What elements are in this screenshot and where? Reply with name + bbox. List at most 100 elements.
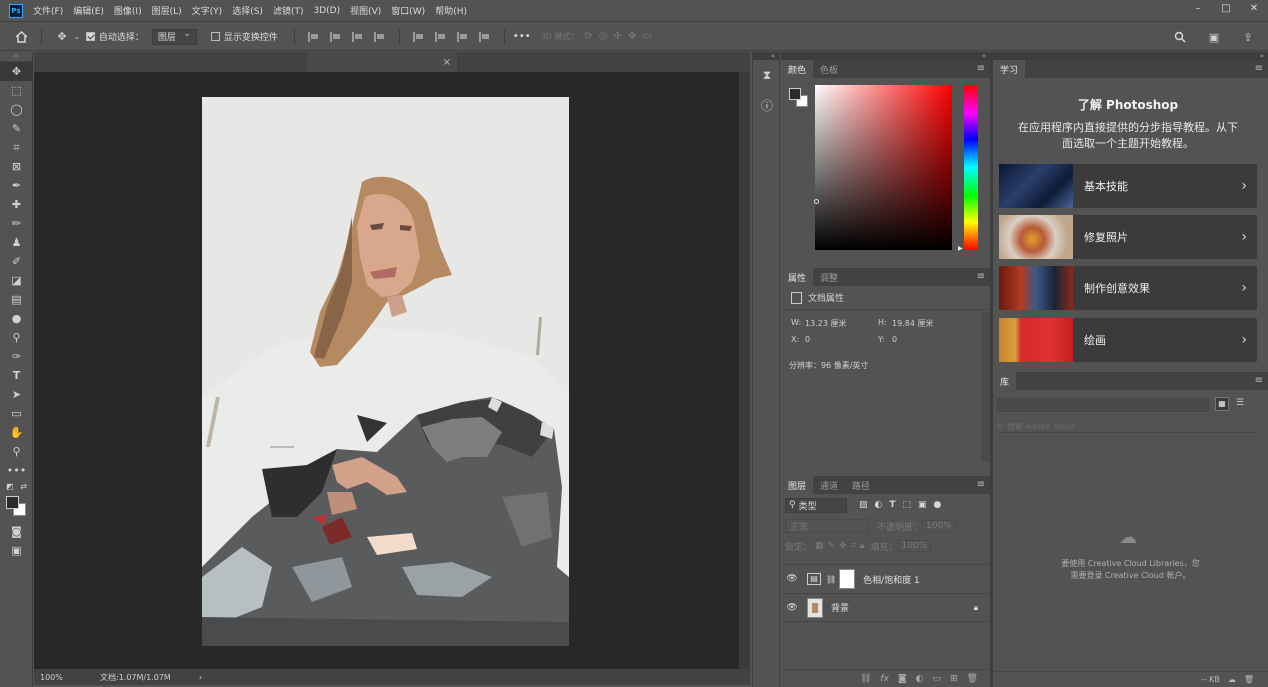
panel-menu-icon[interactable]: ≡ — [977, 63, 985, 74]
menu-window[interactable]: 窗口(W) — [391, 4, 425, 17]
new-adjustment-icon[interactable]: ◐ — [916, 674, 924, 684]
lock-all-icon[interactable]: 🔒︎ — [860, 541, 865, 551]
search-icon[interactable] — [1171, 28, 1189, 46]
learn-item-painting[interactable]: 绘画 › — [999, 318, 1257, 362]
hue-slider-handle-icon[interactable]: ▶ — [958, 245, 963, 252]
new-group-icon[interactable]: ▭ — [933, 674, 942, 684]
color-saturation-field[interactable] — [815, 85, 952, 250]
gradient-tool-icon[interactable]: ▤ — [0, 290, 33, 309]
frame-tool-icon[interactable]: ⊠ — [0, 157, 33, 176]
tab-libraries[interactable]: 库 — [993, 372, 1017, 390]
menu-type[interactable]: 文字(Y) — [192, 4, 223, 17]
tab-learn[interactable]: 学习 — [993, 60, 1026, 78]
move-tool-icon[interactable]: ✥ — [53, 28, 71, 46]
zoom-level[interactable]: 100% — [40, 673, 90, 682]
library-dropdown[interactable] — [997, 398, 1209, 412]
filter-toggle-icon[interactable]: ● — [934, 500, 942, 510]
workspace-icon[interactable]: ▣ — [1205, 28, 1223, 46]
layer-row[interactable]: 👁︎ ▤ ⛓︎ 色相/饱和度 1 — [781, 564, 990, 593]
more-options-icon[interactable]: ••• — [513, 31, 531, 42]
hue-slider[interactable] — [964, 85, 978, 250]
layer-link-icon[interactable]: ⛓︎ — [826, 575, 836, 584]
crop-tool-icon[interactable]: ⌗ — [0, 138, 33, 157]
color-picker-handle[interactable] — [814, 199, 819, 204]
filter-shape-icon[interactable]: ⬚ — [903, 500, 912, 510]
dodge-tool-icon[interactable]: ⚲ — [0, 328, 33, 347]
screen-mode-icon[interactable]: ▣ — [0, 541, 33, 560]
tab-swatches[interactable]: 色板 — [813, 60, 845, 78]
lock-pixels-icon[interactable]: ✎ — [828, 541, 836, 551]
filter-adjustment-icon[interactable]: ◐ — [875, 500, 883, 510]
menu-file[interactable]: 文件(F) — [33, 4, 63, 17]
close-button[interactable]: ✕ — [1240, 0, 1268, 16]
auto-select-checkbox[interactable] — [85, 32, 95, 41]
brush-tool-icon[interactable]: ✏ — [0, 214, 33, 233]
show-transform-checkbox[interactable] — [210, 32, 220, 41]
layer-row[interactable]: 👁︎ 背景 🔒︎ — [781, 593, 990, 622]
status-menu-arrow-icon[interactable]: › — [199, 673, 202, 682]
tab-paths[interactable]: 路径 — [845, 476, 877, 494]
home-icon[interactable] — [12, 28, 30, 46]
type-tool-icon[interactable]: T — [0, 366, 33, 385]
tab-properties[interactable]: 属性 — [781, 268, 814, 286]
rectangle-tool-icon[interactable]: ▭ — [0, 404, 33, 423]
tab-layers[interactable]: 图层 — [781, 476, 814, 494]
cloud-sync-icon[interactable]: ☁︎ — [1228, 675, 1236, 684]
lock-artboard-icon[interactable]: ⌗ — [851, 541, 856, 551]
filter-type-icon[interactable]: T — [889, 500, 895, 510]
panel-menu-icon[interactable]: ≡ — [977, 479, 985, 490]
tab-channels[interactable]: 通道 — [813, 476, 845, 494]
foreground-color-swatch[interactable] — [6, 496, 19, 509]
lock-position-icon[interactable]: ✥ — [839, 541, 847, 551]
dock-collapse-icon[interactable]: « — [753, 52, 779, 60]
link-layers-icon[interactable]: ⛓︎ — [860, 674, 871, 684]
quick-mask-icon[interactable]: ◙ — [0, 522, 33, 541]
color-reset-swap-icon[interactable]: ◩ ⇄ — [0, 480, 33, 492]
lock-transparent-icon[interactable]: ▦ — [815, 541, 824, 551]
menu-help[interactable]: 帮助(H) — [435, 4, 467, 17]
list-view-icon[interactable]: ☰ — [1233, 397, 1247, 411]
quick-select-tool-icon[interactable]: ✎ — [0, 119, 33, 138]
minimize-button[interactable]: – — [1184, 0, 1212, 16]
lasso-tool-icon[interactable]: ◯ — [0, 100, 33, 119]
vertical-scrollbar[interactable] — [739, 72, 750, 669]
layer-name[interactable]: 背景 — [831, 601, 849, 614]
panel-collapse-icon[interactable]: « — [781, 52, 990, 60]
blur-tool-icon[interactable]: ● — [0, 309, 33, 328]
y-value[interactable]: 0 — [892, 335, 897, 344]
align-bottom-icon[interactable] — [456, 31, 469, 42]
fill-field[interactable]: 100% — [897, 540, 932, 552]
zoom-tool-icon[interactable]: ⚲ — [0, 442, 33, 461]
properties-scrollbar[interactable] — [981, 312, 990, 462]
width-value[interactable]: 13.23 厘米 — [805, 318, 878, 329]
new-layer-icon[interactable]: ⊞ — [950, 674, 958, 684]
library-search-field[interactable]: ⚲ 搜索 Adobe Stock — [997, 420, 1259, 433]
delete-icon[interactable]: 🗑︎ — [1244, 675, 1254, 684]
eraser-tool-icon[interactable]: ◪ — [0, 271, 33, 290]
tab-color[interactable]: 颜色 — [781, 60, 814, 78]
marquee-tool-icon[interactable]: ⬚ — [0, 81, 33, 100]
healing-brush-tool-icon[interactable]: ✚ — [0, 195, 33, 214]
panel-menu-icon[interactable]: ≡ — [977, 271, 985, 282]
move-tool-icon[interactable]: ✥ — [0, 62, 33, 81]
distribute-icon[interactable] — [373, 31, 386, 42]
x-value[interactable]: 0 — [805, 335, 878, 344]
menu-3d[interactable]: 3D(D) — [313, 6, 340, 16]
maximize-button[interactable]: □ — [1212, 0, 1240, 16]
align-middle-icon[interactable] — [434, 31, 447, 42]
layer-name[interactable]: 色相/饱和度 1 — [863, 573, 920, 586]
delete-layer-icon[interactable]: 🗑︎ — [967, 674, 978, 684]
clone-stamp-tool-icon[interactable]: ♟ — [0, 233, 33, 252]
add-mask-icon[interactable]: ◙ — [898, 674, 907, 684]
color-panel-foreground-swatch[interactable] — [789, 88, 801, 100]
tab-close-icon[interactable]: × — [443, 57, 451, 68]
panel-menu-icon[interactable]: ≡ — [1255, 375, 1263, 386]
panel-collapse-icon[interactable]: » — [993, 52, 1268, 60]
menu-layer[interactable]: 图层(L) — [152, 4, 182, 17]
layer-style-icon[interactable]: fx — [880, 674, 889, 684]
panel-menu-icon[interactable]: ≡ — [1255, 63, 1263, 74]
distribute-vertical-icon[interactable] — [478, 31, 491, 42]
visibility-eye-icon[interactable]: 👁︎ — [781, 574, 803, 584]
align-right-icon[interactable] — [351, 31, 364, 42]
blend-mode-dropdown[interactable]: 正常 — [785, 519, 869, 533]
